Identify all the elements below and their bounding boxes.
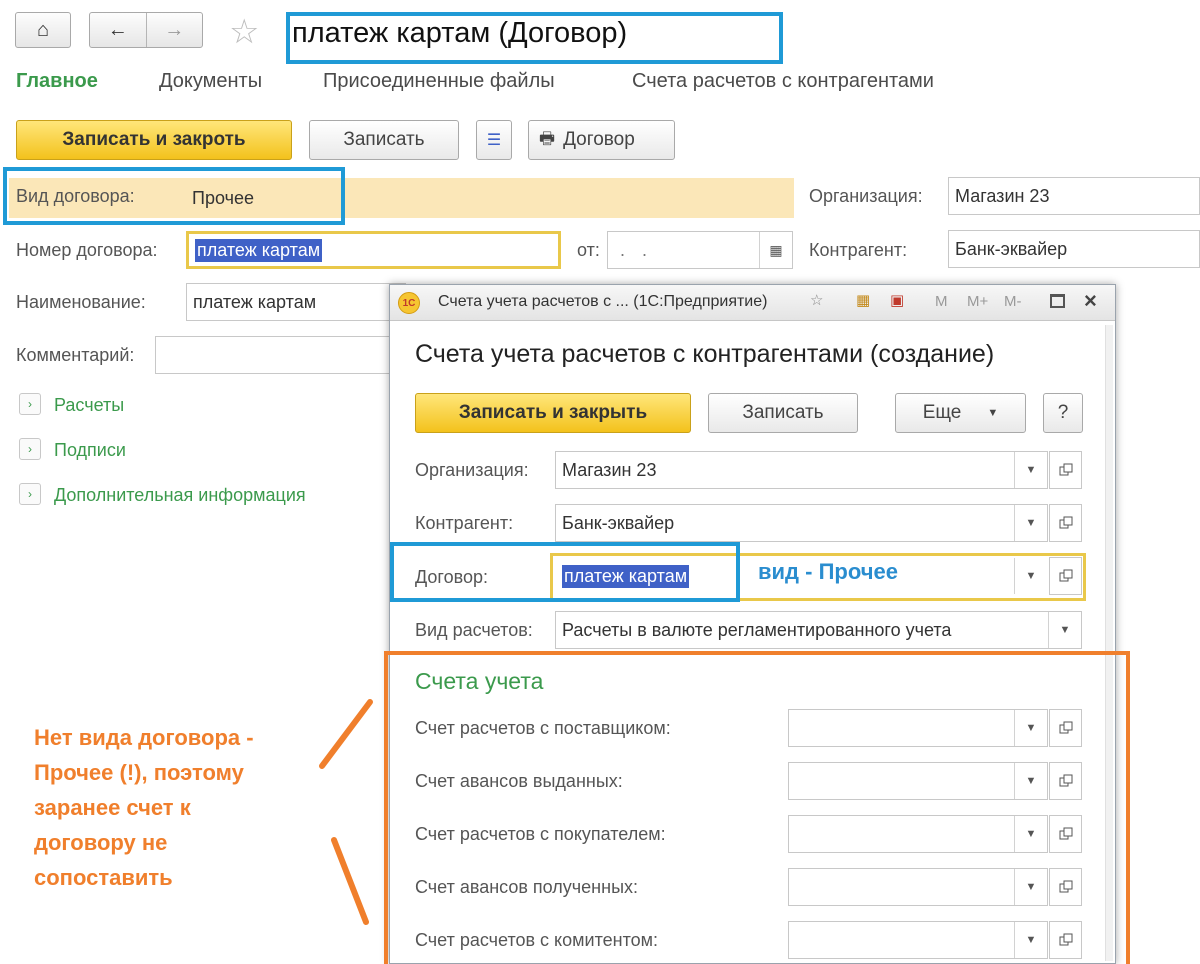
organization-label: Организация:	[809, 186, 923, 206]
star-icon[interactable]: ☆	[229, 12, 259, 52]
app-logo-icon: 1С	[398, 292, 420, 314]
date-value: . .	[620, 239, 654, 260]
memory-m-icon[interactable]: M	[935, 293, 948, 310]
tab-attached-files[interactable]: Присоединенные файлы	[323, 70, 555, 93]
print-contract-button[interactable]: 🖶 Договор	[528, 120, 675, 160]
comment-field[interactable]	[155, 336, 406, 374]
tab-main[interactable]: Главное	[16, 70, 98, 93]
list-button[interactable]: ☰	[476, 120, 512, 160]
history-buttons: ← →	[89, 12, 203, 48]
contract-type-highlight-box	[3, 167, 345, 225]
annotation-note-line: Нет вида договора -	[34, 725, 254, 750]
contract-number-value: платеж картам	[195, 238, 323, 262]
open-icon[interactable]	[1049, 557, 1082, 595]
save-close-button[interactable]: Записать и закроть	[16, 120, 292, 160]
dialog-titlebar: 1С Счета учета расчетов с ... (1С:Предпр…	[390, 285, 1115, 321]
open-icon[interactable]	[1049, 504, 1082, 542]
dialog-window-title: Счета учета расчетов с ... (1С:Предприят…	[438, 293, 768, 310]
memory-minus-icon[interactable]: M-	[1004, 293, 1022, 310]
dialog-heading: Счета учета расчетов с контрагентами (со…	[415, 340, 995, 368]
date-label: от:	[577, 240, 600, 260]
settlement-type-value: Расчеты в валюте регламентированного уче…	[562, 619, 952, 640]
more-button[interactable]: Еще ▼	[895, 393, 1026, 433]
annotation-stroke-upper	[319, 699, 373, 769]
comment-label: Комментарий:	[16, 345, 135, 365]
back-button[interactable]: ←	[90, 13, 147, 47]
arrow-right-icon: →	[164, 18, 185, 41]
dialog-counterparty-field[interactable]: Банк-эквайер ▼	[555, 504, 1048, 542]
dropdown-arrow-icon[interactable]: ▼	[1014, 452, 1047, 488]
dialog-organization-label: Организация:	[415, 460, 529, 480]
dropdown-arrow-icon[interactable]: ▼	[1048, 612, 1081, 648]
name-label: Наименование:	[16, 292, 146, 312]
annotation-note-line: Прочее (!), поэтому	[34, 760, 244, 785]
name-field[interactable]: платеж картам	[186, 283, 406, 321]
contract-number-field[interactable]: платеж картам	[186, 231, 561, 269]
close-icon[interactable]: ×	[1084, 288, 1097, 314]
counterparty-label: Контрагент:	[809, 240, 908, 260]
list-icon: ☰	[486, 132, 502, 149]
dialog-save-close-button[interactable]: Записать и закрыть	[415, 393, 691, 433]
dialog-counterparty-label: Контрагент:	[415, 513, 514, 533]
dropdown-arrow-icon[interactable]: ▼	[1014, 558, 1047, 594]
expand-icon[interactable]: ›	[19, 483, 41, 505]
dialog-organization-value: Магазин 23	[562, 459, 657, 480]
home-button[interactable]: ⌂	[15, 12, 71, 48]
accounts-highlight-box	[384, 651, 1130, 964]
more-label: Еще	[922, 402, 962, 423]
expand-icon[interactable]: ›	[19, 438, 41, 460]
section-signatures[interactable]: Подписи	[54, 440, 126, 461]
open-icon[interactable]	[1049, 451, 1082, 489]
favorite-icon[interactable]: ☆	[810, 291, 823, 309]
printer-icon: 🖶	[539, 128, 556, 148]
help-button[interactable]: ?	[1043, 393, 1083, 433]
section-settlements[interactable]: Расчеты	[54, 395, 124, 416]
tab-counterparty-accounts[interactable]: Счета расчетов с контрагентами	[632, 70, 934, 93]
forward-button[interactable]: →	[147, 13, 203, 47]
settlement-type-field[interactable]: Расчеты в валюте регламентированного уче…	[555, 611, 1082, 649]
print-contract-label: Договор	[563, 129, 635, 150]
dialog-counterparty-value: Банк-эквайер	[562, 512, 675, 533]
contract-highlight-box	[390, 542, 740, 602]
annotation-contract-kind: вид - Прочее	[758, 559, 898, 584]
tab-documents[interactable]: Документы	[159, 70, 262, 93]
save-button[interactable]: Записать	[309, 120, 459, 160]
dropdown-arrow-icon[interactable]: ▼	[1014, 505, 1047, 541]
maximize-icon[interactable]	[1050, 294, 1065, 308]
settlement-type-label: Вид расчетов:	[415, 620, 533, 640]
annotation-stroke-lower	[331, 837, 369, 925]
counterparty-field[interactable]: Банк-эквайер	[948, 230, 1200, 268]
contract-number-label: Номер договора:	[16, 240, 158, 260]
dialog-organization-field[interactable]: Магазин 23 ▼	[555, 451, 1048, 489]
annotation-note-line: сопоставить	[34, 865, 173, 890]
chevron-down-icon: ▼	[987, 407, 999, 419]
expand-icon[interactable]: ›	[19, 393, 41, 415]
organization-field[interactable]: Магазин 23	[948, 177, 1200, 215]
calculator-icon[interactable]: ▦	[856, 291, 870, 309]
annotation-note-line: договору не	[34, 830, 168, 855]
calendar-icon[interactable]: ▦	[759, 232, 792, 268]
arrow-left-icon: ←	[107, 18, 128, 41]
dialog-save-button[interactable]: Записать	[708, 393, 858, 433]
annotation-strokes	[319, 699, 373, 925]
page-title: платеж картам (Договор)	[292, 17, 628, 49]
memory-plus-icon[interactable]: M+	[967, 293, 988, 310]
section-additional-info[interactable]: Дополнительная информация	[54, 485, 306, 506]
date-field[interactable]: . . ▦	[607, 231, 793, 269]
calendar-icon[interactable]: ▣	[890, 291, 904, 309]
annotation-note: Нет вида договора - Прочее (!), поэтому …	[34, 720, 314, 895]
home-icon: ⌂	[36, 18, 50, 41]
annotation-note-line: заранее счет к	[34, 795, 191, 820]
